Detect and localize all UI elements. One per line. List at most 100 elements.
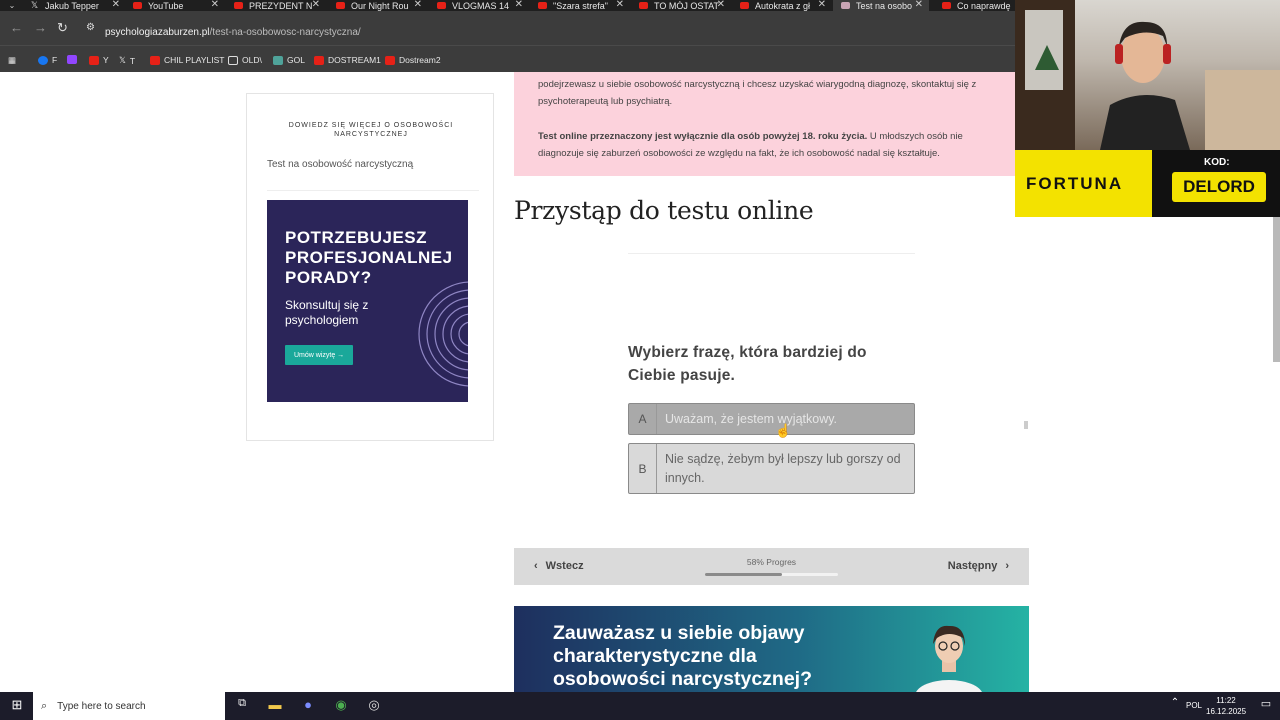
gol-icon: [273, 55, 283, 65]
taskbar-search[interactable]: ⌕ Type here to search: [33, 692, 225, 720]
bookmark-item[interactable]: [67, 55, 81, 64]
page-title: Przystąp do testu online: [514, 196, 814, 225]
notification-icon[interactable]: ▭: [1257, 697, 1275, 715]
code-label: KOD:: [1204, 157, 1230, 168]
option-letter: B: [629, 444, 657, 493]
woman-with-glasses-photo: [916, 625, 982, 692]
bookmark-item[interactable]: 𝕏T: [119, 55, 135, 66]
youtube-icon: [314, 55, 324, 65]
sidebar-widget: DOWIEDZ SIĘ WIĘCEJ O OSOBOWOŚCI NARCYSTY…: [246, 93, 494, 441]
youtube-icon: [437, 2, 446, 9]
answer-option-b[interactable]: B Nie sądzę, żebym był lepszy lub gorszy…: [628, 443, 915, 494]
bookmarks-bar: ▦ F Y 𝕏T CHIL PLAYLIST OLD\ GOL DOSTREAM…: [0, 45, 1015, 72]
sponsor-brand-panel: FORTUNA: [1015, 150, 1152, 217]
forward-icon[interactable]: →: [34, 20, 47, 35]
youtube-icon: [538, 2, 547, 9]
apps-icon[interactable]: ▦: [8, 55, 16, 66]
divider: [628, 253, 915, 254]
chrome-icon[interactable]: ◉: [332, 697, 350, 715]
windows-taskbar: ⊞ ⌕ Type here to search ⧉ ▬ ● ◉ ◎ ⌃ POL 1…: [0, 692, 1280, 720]
browser-tab[interactable]: Co naprawdę: [942, 0, 1015, 11]
bookmark-item[interactable]: DOSTREAM1: [314, 55, 381, 65]
browser-tab[interactable]: TO MÓJ OSTAT ✕: [639, 0, 725, 11]
sponsor-overlay: FORTUNA KOD: DELORD: [1015, 150, 1280, 217]
close-icon[interactable]: ✕: [717, 0, 725, 10]
sponsor-logo: FORTUNA: [1026, 174, 1124, 193]
x-icon: 𝕏: [119, 55, 126, 65]
close-icon[interactable]: ✕: [818, 0, 826, 10]
inner-scrollbar[interactable]: [1024, 421, 1028, 429]
webcam-person-image: [1015, 0, 1280, 150]
close-icon[interactable]: ✕: [414, 0, 422, 10]
sidebar-link[interactable]: Test na osobowość narcystyczną: [267, 159, 413, 170]
webcam-overlay: [1015, 0, 1280, 150]
close-icon[interactable]: ✕: [211, 0, 219, 10]
twitch-icon: [67, 55, 77, 64]
question-text: Wybierz frazę, która bardziej do Ciebie …: [628, 344, 867, 384]
age-notice-box: podejrzewasz u siebie osobowość narcysty…: [514, 72, 1016, 176]
divider: [267, 190, 479, 191]
bookmark-item[interactable]: F: [38, 55, 57, 65]
tab-list-button[interactable]: ⌄: [0, 0, 24, 11]
bookmark-folder[interactable]: OLD\: [228, 55, 262, 65]
youtube-icon: [639, 2, 648, 9]
mouse-cursor-icon: ☝: [775, 423, 792, 438]
close-icon[interactable]: ✕: [312, 0, 320, 10]
bookmark-item[interactable]: CHIL PLAYLIST: [150, 55, 224, 65]
promo-code: DELORD: [1172, 172, 1266, 202]
clock[interactable]: 11:22 16.12.2025: [1206, 695, 1246, 717]
site-icon: [841, 2, 850, 9]
next-button[interactable]: Następny ›: [948, 560, 1009, 572]
back-icon[interactable]: ←: [10, 20, 23, 35]
youtube-icon: [385, 55, 395, 65]
close-icon[interactable]: ✕: [515, 0, 523, 10]
x-icon: 𝕏: [30, 0, 39, 10]
browser-tab[interactable]: 𝕏 Jakub Tepper ✕: [30, 0, 120, 11]
url-field[interactable]: psychologiazaburzen.pl/test-na-osobowosc…: [105, 27, 361, 38]
youtube-icon: [89, 55, 99, 65]
windows-start-icon[interactable]: ⊞: [8, 697, 26, 715]
close-icon[interactable]: ✕: [915, 0, 923, 10]
close-icon[interactable]: ✕: [112, 0, 120, 10]
sidebar-heading: DOWIEDZ SIĘ WIĘCEJ O OSOBOWOŚCI NARCYSTY…: [288, 122, 454, 138]
concentric-circles-decoration: [418, 281, 468, 387]
narcissism-ad-banner[interactable]: Zauważasz u siebie objawy charakterystyc…: [514, 606, 1029, 692]
tray-chevron-icon[interactable]: ⌃: [1166, 697, 1184, 715]
browser-tab-active[interactable]: Test na osobo ✕: [833, 0, 929, 11]
discord-icon[interactable]: ●: [299, 697, 317, 715]
search-icon: ⌕: [41, 699, 48, 712]
book-visit-button[interactable]: Umów wizytę →: [285, 345, 354, 365]
youtube-icon: [942, 2, 951, 9]
bookmark-item[interactable]: GOL: [273, 55, 305, 65]
ad-headline: Zauważasz u siebie objawy charakterystyc…: [553, 622, 812, 690]
youtube-icon: [150, 55, 160, 65]
quiz-navigation: ‹ Wstecz 58% Progres Następny ›: [514, 548, 1029, 585]
answer-option-a[interactable]: A Uważam, że jestem wyjątkowy.: [628, 403, 915, 435]
browser-tab[interactable]: Autokrata z gł ✕: [740, 0, 826, 11]
language-indicator[interactable]: POL: [1186, 701, 1202, 710]
browser-tab[interactable]: VLOGMAS 14 ✕: [437, 0, 523, 11]
youtube-icon: [234, 2, 243, 9]
progress-fill: [705, 573, 783, 576]
site-info-icon[interactable]: ⚙: [86, 22, 95, 33]
reload-icon[interactable]: ↻: [57, 20, 68, 36]
task-view-icon[interactable]: ⧉: [233, 697, 251, 715]
consultation-ad-banner[interactable]: POTRZEBUJESZ PROFESJONALNEJ PORADY? Skon…: [267, 200, 468, 402]
option-text: Nie sądzę, żebym był lepszy lub gorszy o…: [665, 451, 901, 485]
obs-icon[interactable]: ◎: [365, 697, 383, 715]
browser-tab[interactable]: Our Night Rou ✕: [336, 0, 422, 11]
chevron-down-icon: ⌄: [8, 1, 16, 10]
close-icon[interactable]: ✕: [616, 0, 624, 10]
page-scrollbar[interactable]: [1273, 217, 1280, 362]
ad-subtext: Skonsultuj się z psychologiem: [285, 298, 369, 327]
bookmark-item[interactable]: Y: [89, 55, 109, 65]
facebook-icon: [38, 55, 48, 65]
youtube-icon: [740, 2, 749, 9]
browser-tab[interactable]: "Szara strefa" ✕: [538, 0, 624, 11]
bookmark-item[interactable]: Dostream2: [385, 55, 441, 65]
browser-tab[interactable]: YouTube ✕: [133, 0, 219, 11]
youtube-icon: [133, 2, 142, 9]
file-explorer-icon[interactable]: ▬: [266, 697, 284, 715]
youtube-icon: [336, 2, 345, 9]
browser-tab[interactable]: PREZYDENT N ✕: [234, 0, 320, 11]
